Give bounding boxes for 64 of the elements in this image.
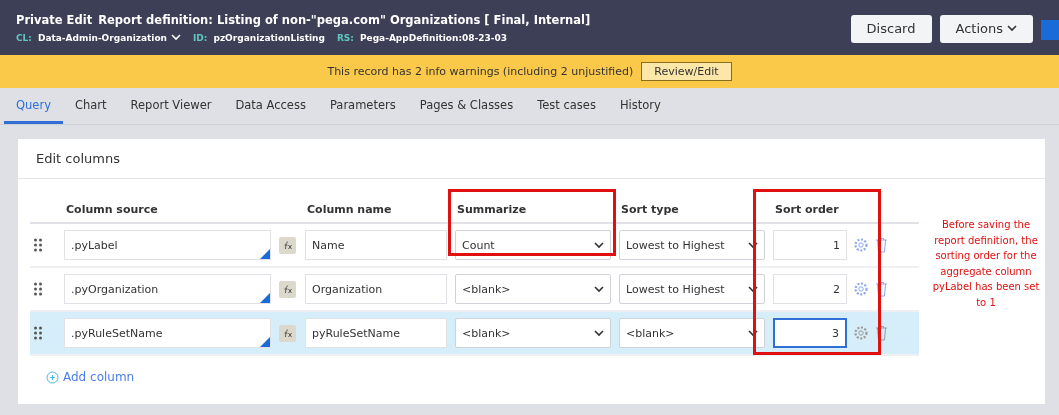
- window-title: Private Edit Report definition: Listing of non-"pega.com" Organizations [ Final, Internal]: [16, 12, 591, 27]
- tab[interactable]: Query: [4, 88, 63, 124]
- plus-circle-icon: [46, 370, 59, 384]
- meta-value: pzOrganizationListing: [213, 32, 325, 43]
- input-field[interactable]: pyRuleSetName: [305, 318, 447, 348]
- input-field[interactable]: .pyLabel: [64, 230, 271, 260]
- fx-icon: [282, 284, 293, 294]
- chevron-down-icon: [748, 329, 758, 337]
- chevron-down-icon: [594, 241, 604, 249]
- section-title: Edit columns: [18, 139, 1045, 179]
- settings-icon[interactable]: [853, 325, 869, 341]
- input-field[interactable]: 1: [773, 230, 847, 260]
- trash-icon[interactable]: [875, 325, 888, 341]
- dropdown-field[interactable]: Count: [455, 230, 611, 260]
- tab[interactable]: Test cases: [525, 88, 608, 124]
- chevron-down-icon: [171, 34, 181, 41]
- dropdown-field[interactable]: Lowest to Highest: [619, 230, 765, 260]
- input-field[interactable]: 3: [773, 318, 847, 348]
- tab[interactable]: Pages & Classes: [407, 88, 526, 124]
- input-field[interactable]: .pyRuleSetName: [64, 318, 271, 348]
- trash-icon[interactable]: [875, 281, 888, 297]
- drag-handle-icon[interactable]: [34, 282, 42, 296]
- tab[interactable]: Chart: [62, 88, 119, 124]
- chevron-down-icon: [748, 285, 758, 293]
- drag-handle-icon[interactable]: [34, 238, 42, 252]
- meta-label: CL:: [16, 32, 32, 43]
- input-field[interactable]: Name: [305, 230, 447, 260]
- annotation-note: Before saving the report definition, the sorting order for the aggregate column pyLabel has been set to 1: [931, 218, 1041, 310]
- formula-button[interactable]: [279, 324, 296, 342]
- chevron-down-icon: [594, 285, 604, 293]
- input-field[interactable]: 2: [773, 274, 847, 304]
- column-header: Column name: [301, 193, 451, 224]
- header-button[interactable]: Actions: [939, 14, 1033, 43]
- column-header: Sort type: [615, 193, 769, 224]
- add-column-link[interactable]: Add column: [46, 370, 919, 384]
- chevron-down-icon: [748, 241, 758, 249]
- chevron-down-icon: [1007, 25, 1017, 32]
- drag-handle-icon[interactable]: [34, 326, 42, 340]
- meta-value[interactable]: Data-Admin-Organization: [37, 32, 181, 43]
- fx-icon: [282, 240, 293, 250]
- column-header: Sort order: [769, 193, 919, 224]
- meta-label: RS:: [336, 32, 354, 43]
- chevron-down-icon: [594, 329, 604, 337]
- tab[interactable]: History: [607, 88, 673, 124]
- header-button[interactable]: Discard: [850, 14, 932, 43]
- formula-button[interactable]: [279, 236, 296, 254]
- formula-button[interactable]: [279, 280, 296, 298]
- tab[interactable]: Data Access: [223, 88, 318, 124]
- dropdown-field[interactable]: Lowest to Highest: [619, 274, 765, 304]
- dropdown-field[interactable]: <blank>: [455, 274, 611, 304]
- review-edit-button[interactable]: Review/Edit: [641, 62, 732, 81]
- tab[interactable]: Parameters: [317, 88, 408, 124]
- trash-icon[interactable]: [875, 237, 888, 253]
- meta-value: Pega-AppDefinition:08-23-03: [359, 32, 508, 43]
- input-field[interactable]: .pyOrganization: [64, 274, 271, 304]
- meta-label: ID:: [193, 32, 208, 43]
- dropdown-field[interactable]: <blank>: [619, 318, 765, 348]
- input-field[interactable]: Organization: [305, 274, 447, 304]
- fx-icon: [282, 328, 293, 338]
- column-header: Column source: [60, 193, 275, 224]
- dropdown-field[interactable]: <blank>: [455, 318, 611, 348]
- column-header: Summarize: [451, 193, 615, 224]
- tab[interactable]: Report Viewer: [118, 88, 224, 124]
- warning-text: This record has 2 info warnings (including 2 unjustified): [327, 65, 634, 78]
